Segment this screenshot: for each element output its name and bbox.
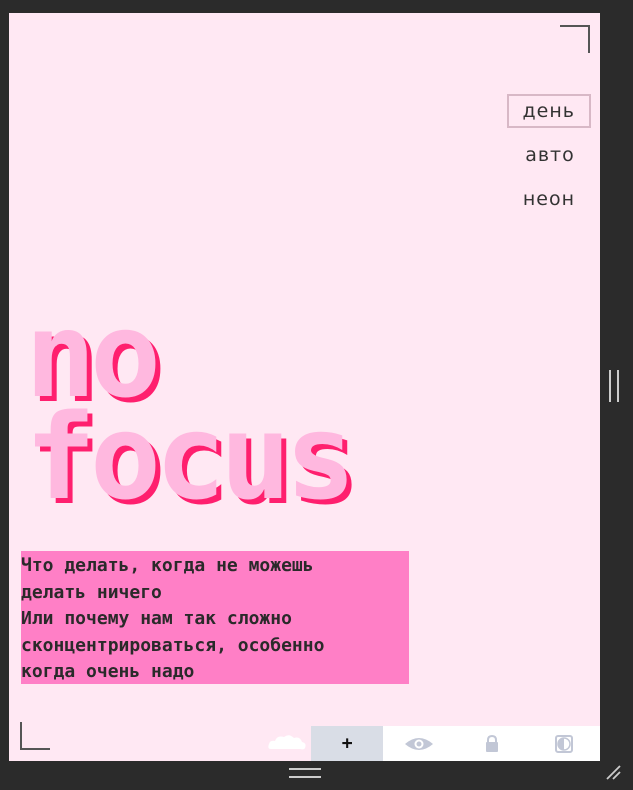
theme-day-button[interactable]: день: [506, 94, 591, 128]
page-canvas: день авто неон no focus Что делать, когд…: [9, 13, 600, 761]
subtitle-line: сконцентрироваться, особенно: [21, 634, 325, 656]
subtitle-line: Что делать, когда не можешь: [21, 555, 314, 576]
plus-icon: +: [341, 733, 353, 754]
corner-marker-bottom-left: [20, 722, 50, 750]
resize-corner-icon[interactable]: [605, 764, 621, 780]
vertical-resize-grip[interactable]: [609, 370, 619, 402]
cloud-icon: [268, 735, 306, 750]
subtitle-line: делать ничего: [21, 581, 162, 603]
theme-auto-button[interactable]: авто: [509, 138, 591, 172]
subtitle-line: когда очень надо: [21, 661, 195, 682]
preview-button[interactable]: [383, 726, 455, 761]
editor-toolbar: +: [311, 726, 600, 761]
eye-icon: [405, 737, 434, 750]
contrast-icon: [554, 734, 573, 753]
add-button[interactable]: +: [311, 726, 384, 761]
horizontal-resize-grip[interactable]: [289, 768, 321, 778]
subtitle-block: Что делать, когда не можешь делать ничег…: [21, 551, 409, 684]
title-line-2: focus: [25, 388, 356, 526]
theme-switcher: день авто неон: [506, 94, 591, 226]
lock-button[interactable]: [456, 726, 528, 761]
lock-icon: [485, 735, 498, 752]
contrast-button[interactable]: [528, 726, 600, 761]
subtitle-line: Или почему нам так сложно: [21, 608, 292, 629]
corner-marker-top-right: [560, 25, 590, 53]
theme-neon-button[interactable]: неон: [507, 182, 591, 216]
